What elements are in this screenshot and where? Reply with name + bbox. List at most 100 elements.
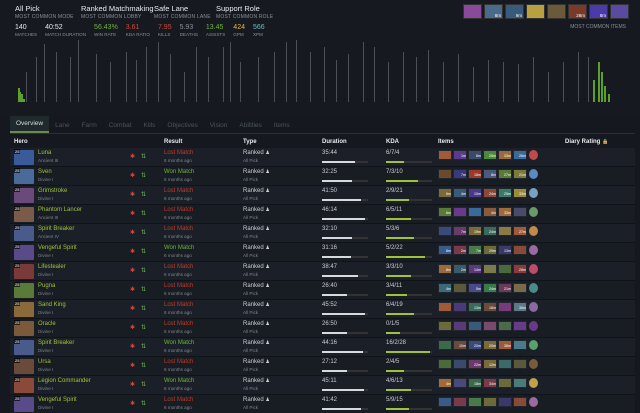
tab-lane[interactable]: Lane — [49, 118, 75, 133]
item-icon[interactable]: 2m — [453, 245, 467, 255]
table-row[interactable]: 25 Oracle Divine I ✱ ⇅ Lost Match 6 months ago… — [10, 319, 635, 338]
item-icon[interactable] — [513, 245, 527, 255]
item-icon[interactable]: 18m — [468, 169, 482, 179]
item-icon[interactable] — [438, 150, 452, 160]
table-row[interactable]: 25 Spirit Breaker Divine I ✱ ⇅ Won Match 6 mon… — [10, 338, 635, 357]
item-icon[interactable]: 21m — [498, 283, 512, 293]
backpack-item-icon[interactable] — [529, 397, 538, 407]
item-icon[interactable]: 22m — [468, 359, 482, 369]
item-icon[interactable]: 27m — [513, 226, 527, 236]
backpack-item-icon[interactable] — [529, 245, 538, 255]
hero-name[interactable]: Sven — [38, 169, 52, 175]
item-icon[interactable] — [438, 226, 452, 236]
match-result[interactable]: Lost Match — [164, 207, 193, 213]
hero-name[interactable]: Vengeful Spirit — [38, 245, 77, 251]
match-result[interactable]: Won Match — [164, 245, 194, 251]
tab-items[interactable]: Items — [268, 118, 296, 133]
item-icon[interactable]: 20m — [468, 340, 482, 350]
match-result[interactable]: Lost Match — [164, 264, 193, 270]
table-row[interactable]: 25 Ursa Divine I ✱ ⇅ Lost Match 6 months ago Ra… — [10, 357, 635, 376]
common-item-icon[interactable] — [463, 4, 482, 19]
item-icon[interactable] — [453, 397, 467, 407]
table-row[interactable]: 25 Vengeful Spirit Divine I ✱ ⇅ Won Match 6 mo… — [10, 243, 635, 262]
match-result[interactable]: Lost Match — [164, 150, 193, 156]
tab-overview[interactable]: Overview — [10, 116, 50, 133]
item-icon[interactable] — [453, 378, 467, 388]
item-icon[interactable] — [453, 207, 467, 217]
item-icon[interactable] — [513, 321, 527, 331]
col-result[interactable]: Result — [164, 139, 182, 145]
item-icon[interactable] — [438, 397, 452, 407]
col-hero[interactable]: Hero — [14, 139, 28, 145]
common-item-icon[interactable]: 9m — [505, 4, 524, 19]
item-icon[interactable] — [513, 207, 527, 217]
backpack-item-icon[interactable] — [529, 207, 538, 217]
common-item-icon[interactable] — [610, 4, 629, 19]
match-result[interactable]: Lost Match — [164, 321, 193, 327]
item-icon[interactable]: 25m — [498, 188, 512, 198]
item-icon[interactable]: 13m — [468, 302, 482, 312]
table-row[interactable]: 25 Luna Ancient III ✱ ⇅ Lost Match 6 months ag… — [10, 148, 635, 167]
hero-name[interactable]: Legion Commander — [38, 378, 91, 384]
match-result[interactable]: Won Match — [164, 378, 194, 384]
hero-name[interactable]: Ursa — [38, 359, 51, 365]
col-items[interactable]: Items — [438, 139, 454, 145]
col-duration[interactable]: Duration — [322, 139, 347, 145]
table-row[interactable]: 25 Lifestealer Divine I ✱ ⇅ Lost Match 6 month… — [10, 262, 635, 281]
hero-name[interactable]: Oracle — [38, 321, 56, 327]
item-icon[interactable]: 10m — [453, 340, 467, 350]
item-icon[interactable] — [498, 359, 512, 369]
match-result[interactable]: Lost Match — [164, 226, 193, 232]
backpack-item-icon[interactable] — [529, 378, 538, 388]
match-result[interactable]: Lost Match — [164, 188, 193, 194]
item-icon[interactable]: 13m — [498, 245, 512, 255]
item-icon[interactable] — [513, 340, 527, 350]
item-icon[interactable] — [438, 359, 452, 369]
tab-objectives[interactable]: Objectives — [161, 118, 203, 133]
hero-name[interactable]: Vengeful Spirit — [38, 397, 77, 403]
item-icon[interactable] — [438, 321, 452, 331]
item-icon[interactable]: 4m — [438, 378, 452, 388]
table-row[interactable]: 25 Sven Divine I ✱ ⇅ Won Match 6 months ago Ran… — [10, 167, 635, 186]
common-item-icon[interactable] — [547, 4, 566, 19]
item-icon[interactable] — [483, 321, 497, 331]
item-icon[interactable] — [438, 169, 452, 179]
item-icon[interactable]: 14m — [468, 264, 482, 274]
item-icon[interactable]: 8m — [438, 245, 452, 255]
item-icon[interactable] — [513, 283, 527, 293]
item-icon[interactable]: 6m — [438, 188, 452, 198]
item-icon[interactable]: 21m — [513, 169, 527, 179]
backpack-item-icon[interactable] — [529, 359, 538, 369]
tab-abilities[interactable]: Abilities — [233, 118, 267, 133]
common-item-icon[interactable]: 8m — [484, 4, 503, 19]
item-icon[interactable] — [468, 207, 482, 217]
item-icon[interactable] — [438, 340, 452, 350]
tab-vision[interactable]: Vision — [204, 118, 234, 133]
match-result[interactable]: Lost Match — [164, 397, 193, 403]
hero-name[interactable]: Lifestealer — [38, 264, 66, 270]
match-result[interactable]: Lost Match — [164, 302, 193, 308]
col-diary[interactable]: Diary Rating 🔒 — [565, 139, 608, 145]
item-icon[interactable] — [468, 397, 482, 407]
item-icon[interactable]: 24m — [483, 188, 497, 198]
hero-name[interactable]: Sand King — [38, 302, 66, 308]
item-icon[interactable] — [483, 397, 497, 407]
item-icon[interactable]: 20m — [483, 340, 497, 350]
table-row[interactable]: 25 Vengeful Spirit Divine I ✱ ⇅ Lost Match 6 m… — [10, 395, 635, 413]
item-icon[interactable]: 33m — [498, 150, 512, 160]
item-icon[interactable] — [483, 264, 497, 274]
item-icon[interactable] — [453, 321, 467, 331]
item-icon[interactable]: 24m — [483, 283, 497, 293]
col-kda[interactable]: KDA — [386, 139, 399, 145]
backpack-item-icon[interactable] — [529, 321, 538, 331]
item-icon[interactable]: 26m — [513, 150, 527, 160]
col-type[interactable]: Type — [243, 139, 257, 145]
backpack-item-icon[interactable] — [529, 283, 538, 293]
backpack-item-icon[interactable] — [529, 150, 538, 160]
backpack-item-icon[interactable] — [529, 264, 538, 274]
item-icon[interactable] — [453, 302, 467, 312]
table-row[interactable]: 25 Sand King Divine I ✱ ⇅ Lost Match 6 months … — [10, 300, 635, 319]
item-icon[interactable] — [453, 359, 467, 369]
match-result[interactable]: Lost Match — [164, 359, 193, 365]
item-icon[interactable] — [498, 302, 512, 312]
